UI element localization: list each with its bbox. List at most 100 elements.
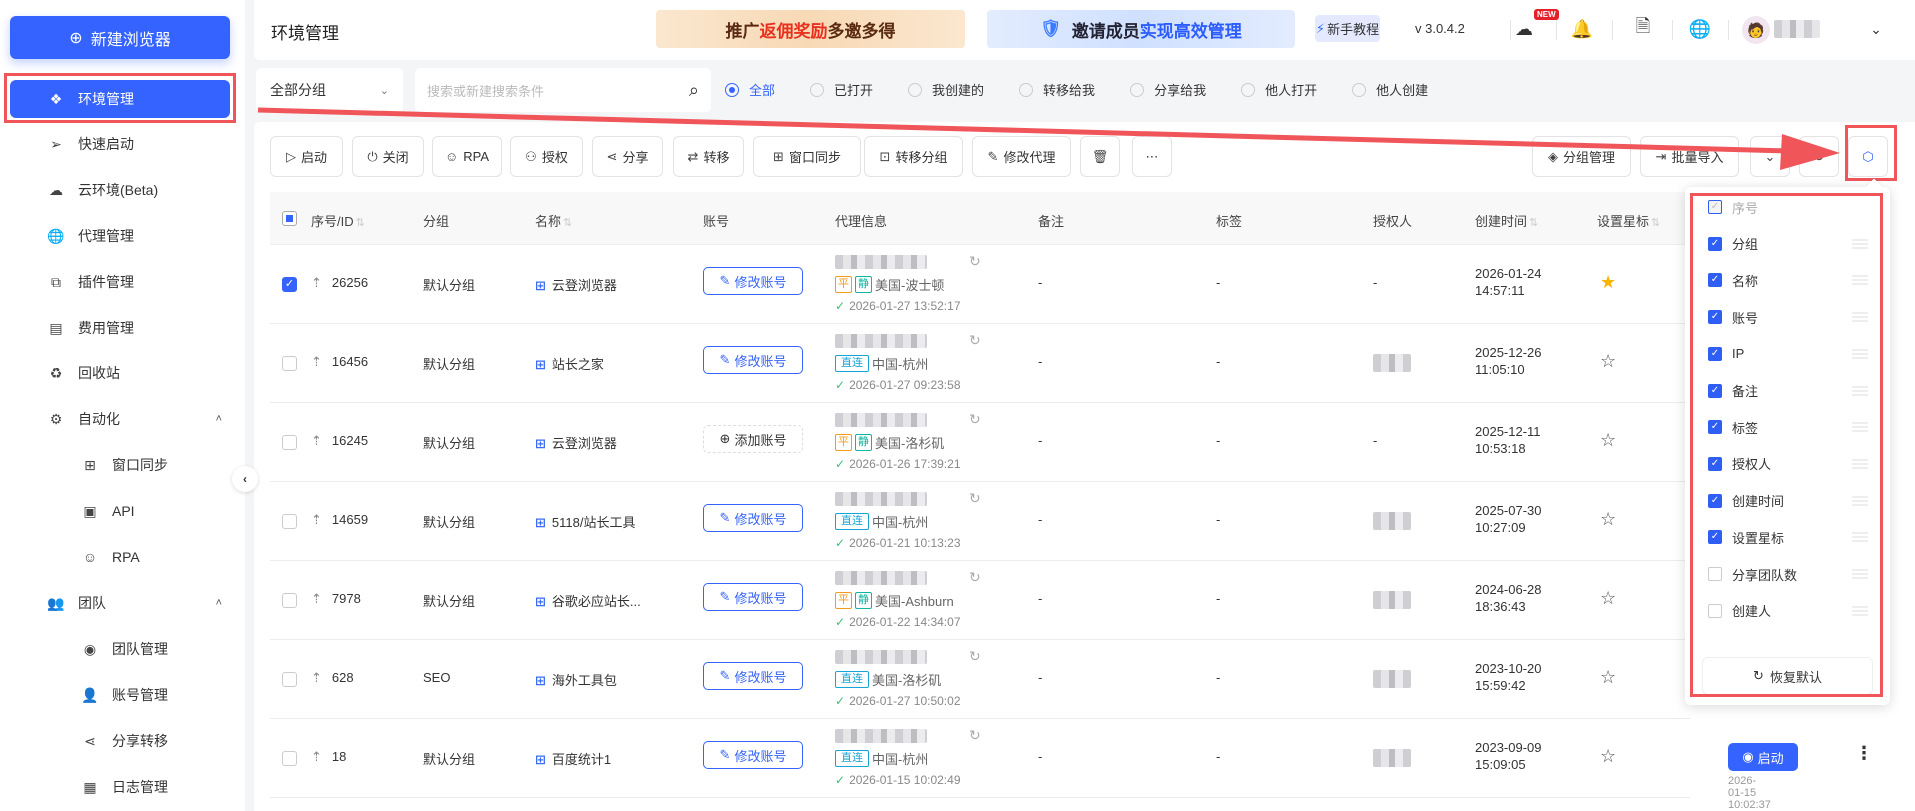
sidebar-item-11[interactable]: 👥 团队 ˄ (10, 584, 230, 622)
pin-to-top-icon[interactable]: ⇡ (311, 512, 322, 527)
table-row[interactable]: ✓ ⇡ 26256 默认分组 ⊞ 云登浏览器 ✎ 修改账号 ↻ 平静美国-波士顿 ✓ 2026-01-… (270, 245, 1690, 324)
row-name[interactable]: ⊞ 海外工具包 (535, 670, 617, 689)
search-icon[interactable]: ⌕ (689, 80, 699, 101)
radio-circle[interactable] (1241, 82, 1256, 97)
edit-account-button[interactable]: ✎ 修改账号 (703, 583, 803, 611)
refresh-icon[interactable]: ↻ (969, 727, 981, 744)
sidebar-item-10[interactable]: ☺ RPA (10, 538, 230, 576)
bell-icon[interactable]: 🔔 (1569, 16, 1595, 42)
sidebar-item-8[interactable]: ⊞ 窗口同步 (10, 446, 230, 484)
new-browser-button[interactable]: ⊕ 新建浏览器 (10, 16, 230, 59)
filter-radio-3[interactable]: 转移给我 (1019, 80, 1095, 99)
row-name[interactable]: ⊞ 云登浏览器 (535, 433, 617, 452)
pin-to-top-icon[interactable]: ⇡ (311, 591, 322, 606)
refresh-icon[interactable]: ↻ (969, 253, 981, 270)
toolbar-button-chevron-down[interactable]: ⌄ (1750, 136, 1790, 177)
toolbar-button-edit-proxy[interactable]: ✎ 修改代理 (972, 136, 1071, 177)
column-header-name[interactable]: 名称 ⇅ (535, 211, 572, 230)
refresh-icon[interactable]: ↻ (969, 411, 981, 428)
column-header-id[interactable]: 序号/ID ⇅ (311, 211, 365, 230)
filter-radio-6[interactable]: 他人创建 (1352, 80, 1428, 99)
sidebar-item-13[interactable]: 👤 账号管理 (10, 676, 230, 714)
toolbar-button-delete[interactable]: 🗑 (1080, 136, 1120, 177)
row-checkbox[interactable] (282, 593, 297, 608)
avatar[interactable]: 🧑 (1742, 16, 1770, 44)
sidebar-item-9[interactable]: ▣ API (10, 492, 230, 530)
pin-to-top-icon[interactable]: ⇡ (311, 433, 322, 448)
refresh-icon[interactable]: ↻ (969, 490, 981, 507)
table-row[interactable]: ⇡ 14659 默认分组 ⊞ 5118/站长工具 ✎ 修改账号 ↻ 直连 中国-杭州 ✓ 2026-0… (270, 482, 1690, 561)
toolbar-button-robot[interactable]: ☺ RPA (432, 136, 502, 177)
column-header-star[interactable]: 设置星标 ⇅ (1597, 211, 1660, 230)
radio-circle[interactable] (725, 82, 739, 97)
toolbar-button-layers[interactable]: ◈ 分组管理 (1532, 136, 1631, 177)
toolbar-button-power[interactable]: ⏻ 关闭 (352, 136, 424, 177)
table-row[interactable]: ⇡ 16456 默认分组 ⊞ 站长之家 ✎ 修改账号 ↻ 直连 中国-杭州 ✓ 2026-01-27 … (270, 324, 1690, 403)
sidebar-item-6[interactable]: ♻ 回收站 (10, 354, 230, 392)
radio-circle[interactable] (1019, 82, 1034, 97)
refresh-icon[interactable]: ↻ (969, 332, 981, 349)
pin-to-top-icon[interactable]: ⇡ (311, 275, 322, 290)
filter-radio-2[interactable]: 我创建的 (908, 80, 984, 99)
toolbar-button-more[interactable]: ⋯ (1132, 136, 1172, 177)
star-icon[interactable]: ☆ (1600, 667, 1616, 688)
toolbar-button-transfer[interactable]: ⇄ 转移 (673, 136, 744, 177)
edit-account-button[interactable]: ✎ 修改账号 (703, 267, 803, 295)
cloud-upload-icon[interactable]: ☁ (1511, 16, 1537, 42)
invite-banner[interactable]: 🛡 邀请成员 实现高效管理 (987, 10, 1295, 48)
chevron-up-icon[interactable]: ˄ (216, 413, 222, 425)
row-name[interactable]: ⊞ 站长之家 (535, 354, 604, 373)
toolbar-button-move-group[interactable]: ⊡ 转移分组 (864, 136, 963, 177)
row-name[interactable]: ⊞ 谷歌必应站长... (535, 591, 641, 610)
table-row[interactable]: ⇡ 628 SEO ⊞ 海外工具包 ✎ 修改账号 ↻ 直连 美国-洛杉矶 ✓ 2026-01-27 1… (270, 640, 1690, 719)
row-checkbox[interactable] (282, 672, 297, 687)
star-icon[interactable]: ☆ (1600, 588, 1616, 609)
table-row[interactable]: ⇡ 18 默认分组 ⊞ 百度统计1 ✎ 修改账号 ↻ 直连 中国-杭州 ✓ 2026-01-15 10… (270, 719, 1873, 811)
star-icon[interactable]: ★ (1600, 272, 1616, 293)
edit-account-button[interactable]: ✎ 修改账号 (703, 741, 803, 769)
star-icon[interactable]: ☆ (1600, 430, 1616, 451)
sidebar-item-2[interactable]: ☁ 云环境(Beta) (10, 171, 230, 209)
row-name[interactable]: ⊞ 云登浏览器 (535, 275, 617, 294)
row-checkbox[interactable] (282, 514, 297, 529)
edit-account-button[interactable]: ✎ 修改账号 (703, 346, 803, 374)
add-account-button[interactable]: ⊕ 添加账号 (703, 425, 803, 453)
toolbar-button-window-sync[interactable]: ⊞ 窗口同步 (753, 136, 861, 177)
star-icon[interactable]: ☆ (1600, 746, 1616, 767)
launch-button[interactable]: ◉ 启动 (1728, 743, 1798, 771)
language-globe-icon[interactable]: 🌐 (1687, 16, 1713, 42)
sidebar-item-3[interactable]: 🌐 代理管理 (10, 217, 230, 255)
radio-circle[interactable] (1130, 82, 1145, 97)
group-select[interactable]: 全部分组 ⌄ (256, 68, 403, 112)
chevron-down-icon[interactable]: ⌄ (1863, 16, 1889, 42)
toolbar-button-play[interactable]: ▷ 启动 (270, 136, 343, 177)
toolbar-button-authorize[interactable]: ⚇ 授权 (510, 136, 583, 177)
refresh-icon[interactable]: ↻ (969, 648, 981, 665)
sidebar-item-1[interactable]: ➢ 快速启动 (10, 125, 230, 163)
row-name[interactable]: ⊞ 5118/站长工具 (535, 512, 635, 531)
sidebar-item-4[interactable]: ⧉ 插件管理 (10, 263, 230, 301)
toolbar-button-share[interactable]: ⋖ 分享 (592, 136, 663, 177)
sidebar-item-15[interactable]: ▦ 日志管理 (10, 768, 230, 806)
toolbar-button-import[interactable]: ⇥ 批量导入 (1640, 136, 1739, 177)
sidebar-collapse-button[interactable]: ‹ (232, 466, 258, 492)
radio-circle[interactable] (1352, 82, 1367, 97)
row-checkbox[interactable]: ✓ (282, 277, 297, 292)
sidebar-item-7[interactable]: ⚙ 自动化 ˄ (10, 400, 230, 438)
sidebar-item-5[interactable]: ▤ 费用管理 (10, 309, 230, 347)
select-all-checkbox[interactable] (282, 211, 297, 226)
filter-radio-5[interactable]: 他人打开 (1241, 80, 1317, 99)
more-vertical-icon[interactable]: ⋮ (1855, 743, 1873, 764)
document-clock-icon[interactable]: 🗎 (1630, 16, 1656, 42)
radio-circle[interactable] (908, 82, 923, 97)
filter-radio-4[interactable]: 分享给我 (1130, 80, 1206, 99)
row-checkbox[interactable] (282, 751, 297, 766)
column-header-created[interactable]: 创建时间 ⇅ (1475, 211, 1538, 230)
sidebar-item-14[interactable]: ⋖ 分享转移 (10, 722, 230, 760)
sidebar-item-12[interactable]: ◉ 团队管理 (10, 630, 230, 668)
table-row[interactable]: ⇡ 7978 默认分组 ⊞ 谷歌必应站长... ✎ 修改账号 ↻ 平静美国-Ashburn ✓ 20… (270, 561, 1690, 640)
tutorial-button[interactable]: ⚡ 新手教程 (1315, 15, 1380, 42)
star-icon[interactable]: ☆ (1600, 351, 1616, 372)
table-row[interactable]: ⇡ 16245 默认分组 ⊞ 云登浏览器 ⊕ 添加账号 ↻ 平静美国-洛杉矶 ✓ 2026-01-2… (270, 403, 1690, 482)
edit-account-button[interactable]: ✎ 修改账号 (703, 504, 803, 532)
